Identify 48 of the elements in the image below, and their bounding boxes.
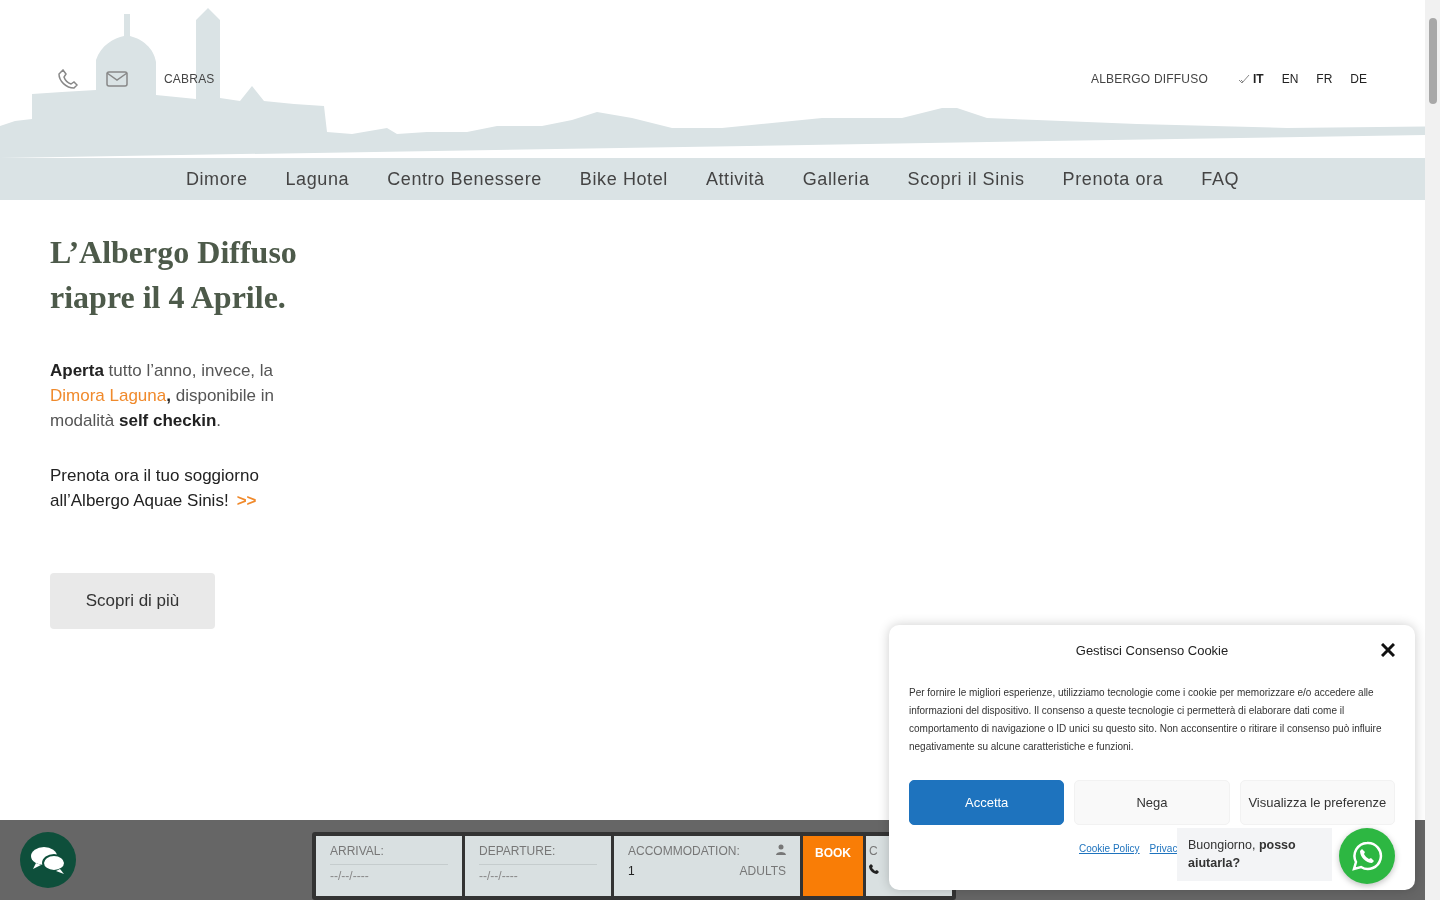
hero-title: L’Albergo Diffuso riapre il 4 Aprile. [50, 233, 298, 317]
mail-icon[interactable] [106, 71, 128, 87]
consent-button[interactable]: Visualizza le preferenze [1239, 780, 1395, 825]
language-link[interactable]: DE [1350, 72, 1367, 86]
tagline-label: ALBERGO DIFFUSO [1090, 72, 1208, 86]
nav-link[interactable]: Galleria [802, 168, 870, 190]
location-label: CABRAS [164, 72, 215, 86]
scrollbar[interactable] [1425, 0, 1440, 900]
field-label: DEPARTURE: [479, 844, 557, 858]
language-link[interactable]: FR [1316, 72, 1333, 86]
person-icon [776, 844, 786, 855]
discover-button[interactable]: Scopri di più [50, 573, 215, 629]
consent-button[interactable]: Nega [1074, 780, 1230, 825]
nav-link[interactable]: Dimore [185, 168, 248, 190]
dialog-title: Gestisci Consenso Cookie [1075, 643, 1229, 658]
guests-count: 1 [628, 864, 635, 878]
date-input[interactable]: --/--/---- [479, 864, 597, 883]
policy-link[interactable]: Cookie Policy [1079, 843, 1140, 854]
date-input[interactable]: --/--/---- [330, 864, 448, 883]
booking-prompt: Prenota ora il tuo soggiorno all’Albergo Aquae Sinis! >> [50, 465, 260, 512]
chat-button[interactable] [20, 832, 76, 888]
guests-field[interactable]: ACCOMMODATION: 1 ADULTS [614, 836, 800, 896]
nav-link[interactable]: Laguna [285, 168, 350, 190]
language-link[interactable]: EN [1281, 72, 1299, 86]
policy-link[interactable]: Privac [1149, 843, 1178, 854]
nav-link[interactable]: Bike Hotel [579, 168, 668, 190]
scrollbar-thumb[interactable] [1428, 18, 1437, 104]
phone-bubble-icon [1351, 840, 1383, 872]
phone-icon [869, 864, 879, 874]
intro-paragraph: Aperta tutto l’anno, invece, la Dimora Laguna, disponibile in modalità self checkin. [50, 360, 275, 432]
chat-bubbles-icon [30, 845, 66, 875]
consent-button[interactable]: Accetta [909, 780, 1065, 825]
dialog-text: Per fornire le migliori esperienze, utilizziamo tecnologie come i cookie per memorizzare e/o accedere alle informazioni del dispositivo. Il consenso a queste tecnologie ci permetterà di elaborare dati come il comportamento di navigazione o ID unici su questo sito. Non acconsentire o ritirare il consenso può influire negativamente su alcune caratteristiche e funzioni. [909, 686, 1383, 754]
phone-icon[interactable] [58, 69, 78, 89]
field-label: C [869, 844, 879, 858]
language-link[interactable]: IT [1238, 72, 1264, 86]
nav-link[interactable]: Prenota ora [1062, 168, 1164, 190]
nav-link[interactable]: Scopri il Sinis [907, 168, 1025, 190]
field-label: ACCOMMODATION: [628, 844, 740, 858]
nav-link[interactable]: Attività [705, 168, 765, 190]
close-button[interactable] [1381, 643, 1395, 657]
nav-link[interactable]: FAQ [1201, 168, 1240, 190]
check-icon [1238, 74, 1250, 84]
guests-unit: ADULTS [739, 864, 786, 878]
chat-message: Buongiorno, posso aiutarla? [1177, 828, 1332, 881]
field-label: ARRIVAL: [330, 844, 385, 858]
nav-link[interactable]: Centro Benessere [387, 168, 542, 190]
close-icon [1381, 643, 1395, 657]
